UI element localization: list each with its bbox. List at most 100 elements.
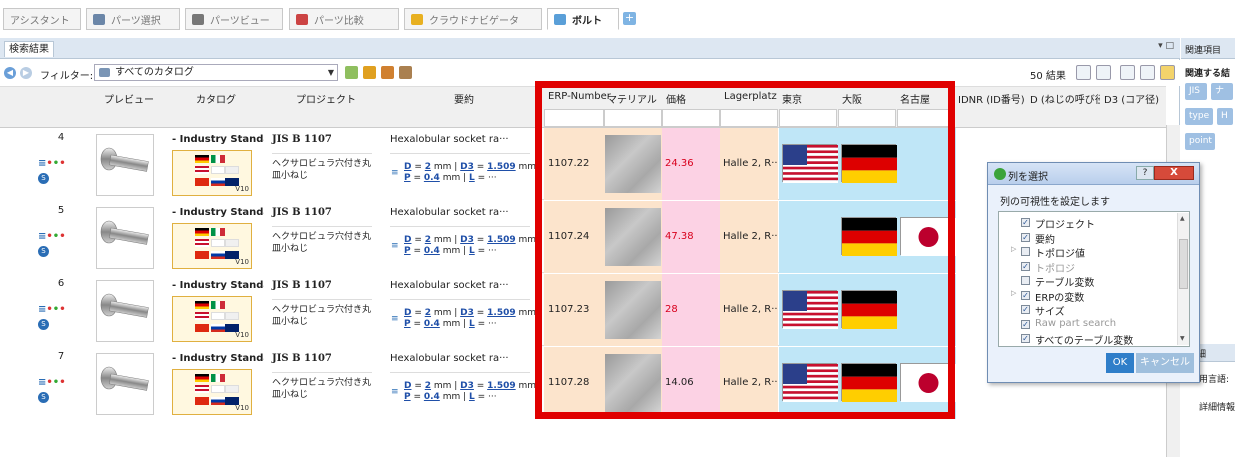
osaka-cell[interactable] xyxy=(838,274,898,346)
lagerplatz-cell[interactable]: Halle 2, R··· xyxy=(720,128,778,200)
tab-parts-select[interactable]: パーツ選択 xyxy=(86,8,180,30)
expand-icon[interactable]: ▷ xyxy=(1011,289,1016,297)
scroll-down-icon[interactable]: ▼ xyxy=(1180,335,1185,342)
material-filter-input[interactable] xyxy=(604,109,662,127)
folder-icon[interactable] xyxy=(363,66,376,79)
osaka-cell[interactable] xyxy=(838,347,898,419)
material-cell[interactable] xyxy=(604,274,662,346)
list-scroll-thumb[interactable] xyxy=(1179,239,1188,289)
col-d3[interactable]: D3 (コア径) xyxy=(1104,91,1164,106)
osaka-filter-input[interactable] xyxy=(838,109,896,127)
nagoya-cell[interactable] xyxy=(897,128,957,200)
checkbox[interactable]: ✓ xyxy=(1021,334,1030,343)
column-visibility-item[interactable]: ✓ トポロジ xyxy=(999,260,1177,275)
related-tag[interactable]: H xyxy=(1217,108,1233,125)
checkbox[interactable]: ✓ xyxy=(1021,319,1030,329)
list-scrollbar[interactable]: ▲ ▼ xyxy=(1177,213,1189,345)
tab-bolt[interactable]: ボルト xyxy=(547,8,619,30)
column-visibility-item[interactable]: ✓ サイズ xyxy=(999,303,1177,318)
filter-icon[interactable] xyxy=(399,66,412,79)
row-menu-icon[interactable]: ≡••• xyxy=(38,231,66,242)
column-visibility-item[interactable]: ▷ トポロジ値 xyxy=(999,245,1177,260)
tab-parts-view[interactable]: パーツビュー xyxy=(185,8,283,30)
tab-parts-compare[interactable]: パーツ比較 xyxy=(289,8,399,30)
nagoya-cell[interactable] xyxy=(897,347,957,419)
col-catalog[interactable]: カタログ xyxy=(196,91,236,106)
expand-icon[interactable]: ▷ xyxy=(1011,245,1016,253)
panel-controls[interactable]: ▾ □ xyxy=(1158,41,1174,51)
nagoya-cell[interactable] xyxy=(897,201,957,273)
col-lager[interactable]: Lagerplatz xyxy=(724,91,777,102)
part-preview-image[interactable] xyxy=(96,207,154,269)
tokyo-cell[interactable] xyxy=(779,347,839,419)
related-tag[interactable]: point xyxy=(1185,133,1215,150)
osaka-cell[interactable] xyxy=(838,128,898,200)
checkbox[interactable] xyxy=(1021,276,1030,285)
tab-assistant[interactable]: アシスタント xyxy=(3,8,81,30)
part-preview-image[interactable] xyxy=(96,134,154,196)
col-nagoya[interactable]: 名古屋 xyxy=(900,91,930,106)
col-osaka[interactable]: 大阪 xyxy=(842,91,862,106)
erp-number-cell[interactable]: 1107.28 xyxy=(544,347,604,419)
related-tag[interactable]: type xyxy=(1185,108,1213,125)
lager-filter-input[interactable] xyxy=(720,109,778,127)
checkbox[interactable] xyxy=(1021,247,1030,256)
col-d[interactable]: D (ねじの呼び径) xyxy=(1030,91,1100,106)
material-cell[interactable] xyxy=(604,347,662,419)
col-price[interactable]: 価格 xyxy=(666,91,686,106)
nagoya-filter-input[interactable] xyxy=(897,109,955,127)
forward-icon[interactable]: ▶ xyxy=(20,67,32,79)
erp-filter-input[interactable] xyxy=(544,109,604,127)
row-info-icon[interactable]: S xyxy=(38,173,49,184)
row-menu-icon[interactable]: ≡••• xyxy=(38,158,66,169)
tokyo-filter-input[interactable] xyxy=(779,109,837,127)
lagerplatz-cell[interactable]: Halle 2, R··· xyxy=(720,347,778,419)
tokyo-cell[interactable] xyxy=(779,274,839,346)
material-cell[interactable] xyxy=(604,128,662,200)
erp-number-cell[interactable]: 1107.22 xyxy=(544,128,604,200)
col-project[interactable]: プロジェクト xyxy=(296,91,356,106)
row-menu-icon[interactable]: ≡••• xyxy=(38,377,66,388)
column-visibility-item[interactable]: ✓ 要約 xyxy=(999,231,1177,246)
row-info-icon[interactable]: S xyxy=(38,319,49,330)
checkbox[interactable]: ✓ xyxy=(1021,232,1030,242)
price-filter-input[interactable] xyxy=(662,109,720,127)
column-visibility-item[interactable]: テーブル変数 xyxy=(999,274,1177,289)
erp-number-cell[interactable]: 1107.24 xyxy=(544,201,604,273)
checkbox[interactable]: ✓ xyxy=(1021,290,1030,300)
back-icon[interactable]: ◀ xyxy=(4,67,16,79)
cancel-button[interactable]: キャンセル xyxy=(1136,353,1194,373)
part-preview-image[interactable] xyxy=(96,353,154,415)
col-preview[interactable]: プレビュー xyxy=(104,91,154,106)
price-cell[interactable]: 28 xyxy=(662,274,720,346)
table-view-icon[interactable] xyxy=(1076,65,1091,80)
nagoya-cell[interactable] xyxy=(897,274,957,346)
lagerplatz-cell[interactable]: Halle 2, R··· xyxy=(720,274,778,346)
column-visibility-item[interactable]: ✓ プロジェクト xyxy=(999,216,1177,231)
refresh-icon[interactable] xyxy=(345,66,358,79)
osaka-cell[interactable] xyxy=(838,201,898,273)
price-cell[interactable]: 47.38 xyxy=(662,201,720,273)
price-cell[interactable]: 14.06 xyxy=(662,347,720,419)
col-material[interactable]: マテリアル xyxy=(607,91,657,106)
col-tokyo[interactable]: 東京 xyxy=(782,91,802,106)
row-menu-icon[interactable]: ≡••• xyxy=(38,304,66,315)
ok-button[interactable]: OK xyxy=(1106,353,1134,373)
checkbox[interactable]: ✓ xyxy=(1021,261,1030,271)
scroll-up-icon[interactable]: ▲ xyxy=(1180,215,1185,222)
part-preview-image[interactable] xyxy=(96,280,154,342)
tokyo-cell[interactable] xyxy=(779,201,839,273)
lagerplatz-cell[interactable]: Halle 2, R··· xyxy=(720,201,778,273)
catalog-filter-dropdown[interactable]: すべてのカタログ ▼ xyxy=(94,64,338,81)
checkbox[interactable]: ✓ xyxy=(1021,305,1030,314)
close-button[interactable]: X xyxy=(1154,166,1194,180)
related-tag[interactable]: ナ xyxy=(1211,83,1233,100)
chart-icon[interactable] xyxy=(1160,65,1175,80)
tab-cloud-navigator[interactable]: クラウドナビゲータ xyxy=(404,8,542,30)
col-idnr[interactable]: IDNR (ID番号) xyxy=(958,91,1025,106)
grid-view-icon[interactable] xyxy=(1120,65,1135,80)
row-info-icon[interactable]: S xyxy=(38,246,49,257)
column-visibility-item[interactable]: ✓ すべてのテーブル変数 xyxy=(999,332,1177,347)
help-button[interactable]: ? xyxy=(1136,166,1154,180)
add-tab-button[interactable]: + xyxy=(623,12,636,25)
